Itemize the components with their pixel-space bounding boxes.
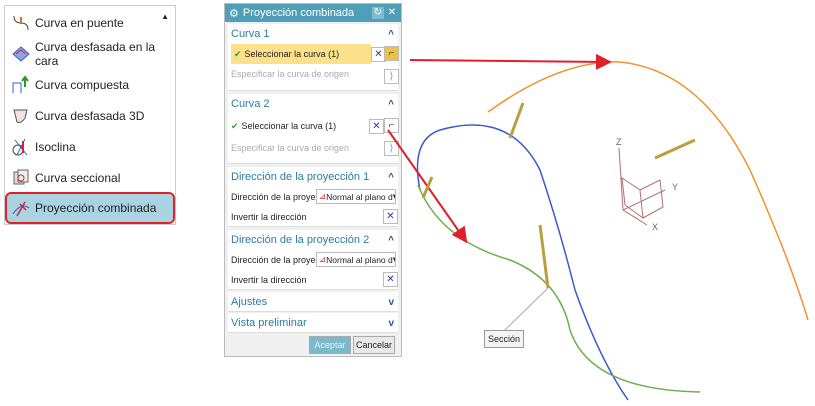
orange-curve	[487, 61, 809, 321]
link-arrow-2	[387, 129, 468, 244]
axis-z-label: Z	[616, 137, 622, 147]
axis-x-label: X	[652, 222, 658, 232]
graphics-viewport[interactable]: Z Y X	[0, 0, 815, 406]
axis-y-label: Y	[672, 182, 678, 192]
green-curve	[417, 184, 701, 393]
section-label[interactable]: Sección	[484, 330, 524, 348]
link-arrow-1	[409, 53, 612, 70]
blue-curve	[416, 124, 629, 401]
axis-triad	[618, 147, 666, 226]
